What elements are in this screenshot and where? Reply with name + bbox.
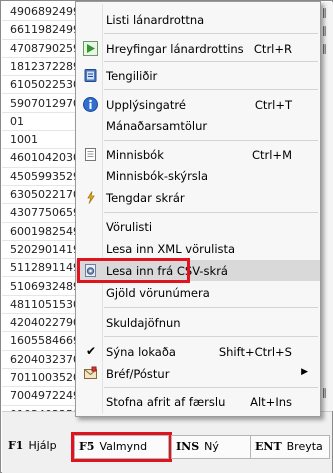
menu-item-label: Sýna lokaða [106, 345, 176, 359]
checkmark-icon: ✔ [86, 344, 97, 358]
menu-item-label: Tengiliðir [106, 69, 158, 83]
menu-item-import-csv[interactable]: Lesa inn frá CSV-skrá [76, 260, 320, 281]
creditor-id-cell: 6204032370 [10, 352, 80, 366]
creditor-id-cell: 1812372289 [10, 59, 80, 73]
creditor-id-cell: 6105022530 [10, 78, 80, 92]
linked-files-icon [83, 190, 98, 205]
creditor-id-cell: 1001 [10, 133, 38, 147]
menu-item-shortcut: Ctrl+R [253, 42, 292, 56]
menu-item-monthly-totals[interactable]: Mánaðarsamtölur [76, 115, 320, 136]
menu-item-notebook-report[interactable]: Minnisbók-skýrsla [76, 165, 320, 186]
f1-help-button[interactable]: F1 Hjálp [8, 435, 57, 457]
right-column-marker: ∥ [322, 44, 327, 55]
menu-item-shortcut: Alt+Ins [250, 395, 292, 409]
menu-item-linked-files[interactable]: Tengdar skrár [76, 187, 320, 208]
menu-item-creditor-list[interactable]: Listi lánardrottna [76, 9, 320, 30]
ins-key: INS [176, 440, 200, 453]
letter-icon [83, 366, 98, 381]
menu-item-label: Stofna afrit af færslu [106, 395, 226, 409]
menu-item-notebook[interactable]: Minnisbók Ctrl+M [76, 144, 320, 165]
contacts-book-icon [83, 68, 98, 83]
menu-item-label: Hreyfingar lánardrottins [106, 42, 244, 56]
menu-item-shortcut: Shift+Ctrl+S [218, 345, 292, 359]
menu-item-label: Minnisbók-skýrsla [106, 169, 209, 183]
menu-item-label: Vörulisti [106, 220, 153, 234]
menu-item-letter-mail[interactable]: Bréf/Póstur ▶ [76, 363, 320, 384]
menu-separator [104, 212, 318, 213]
creditor-id-cell: 5106932489 [10, 279, 80, 293]
creditor-id-cell: 1605584669 [10, 334, 80, 348]
menu-item-shortcut: Ctrl+M [251, 148, 292, 162]
creditor-id-cell: 5112891149 [10, 261, 80, 275]
right-column-marker: ∥ [322, 388, 327, 399]
creditor-id-cell: 6611982499 [10, 23, 80, 37]
f5-label: Valmynd [99, 440, 148, 453]
ent-label: Breyta [286, 440, 323, 453]
creditor-id-cell: 5907012970 [10, 96, 80, 110]
ins-label: Ný [204, 440, 219, 453]
menu-item-creditor-transactions[interactable]: Hreyfingar lánardrottins Ctrl+R [76, 38, 320, 59]
right-column-marker: ∥ [322, 8, 327, 19]
function-key-bar: F1 Hjálp F5 Valmynd INS Ný ENT Breyta [2, 411, 332, 473]
creditor-id-cell: 7004972249 [10, 389, 80, 403]
menu-separator [104, 89, 318, 90]
creditor-id-cell: 4601042030 [10, 151, 80, 165]
menu-item-copy-entry[interactable]: Stofna afrit af færslu Alt+Ins [76, 391, 320, 412]
creditor-id-cell: 6001982549 [10, 224, 80, 238]
ent-edit-button[interactable]: ENT Breyta [250, 435, 330, 459]
menu-item-label: Bréf/Póstur [106, 367, 170, 381]
menu-item-import-xml[interactable]: Lesa inn XML vörulista [76, 238, 320, 259]
menu-item-netting[interactable]: Skuldajöfnun [76, 312, 320, 333]
notebook-icon [83, 147, 98, 162]
menu-separator [104, 336, 318, 337]
creditor-id-cell: 01 [10, 114, 24, 128]
info-icon [83, 97, 98, 112]
creditor-id-cell: 6305022170 [10, 188, 80, 201]
menu-item-label: Minnisbók [106, 148, 164, 162]
menu-item-contacts[interactable]: Tengiliðir [76, 65, 320, 86]
menu-item-label: Lesa inn XML vörulista [106, 242, 236, 256]
ins-new-button[interactable]: INS Ný [171, 435, 251, 459]
menu-item-label: Upplýsingatré [106, 98, 186, 112]
creditor-id-cell: 4811051530 [10, 297, 80, 311]
menu-item-label: Tengdar skrár [106, 191, 185, 205]
creditor-id-cell: 4906892499 [10, 5, 80, 18]
creditor-id-cell: 4307750659 [10, 206, 80, 220]
menu-item-label: Skuldajöfnun [106, 316, 181, 330]
csv-import-icon [83, 263, 98, 278]
creditor-id-cell: 4708790259 [10, 41, 80, 55]
f1-label: Hjálp [28, 439, 57, 452]
f5-key: F5 [79, 440, 95, 453]
menu-item-label: Listi lánardrottna [106, 13, 205, 27]
f1-key: F1 [8, 439, 24, 452]
ent-key: ENT [255, 440, 282, 453]
menu-separator [104, 61, 318, 62]
menu-item-show-closed[interactable]: ✔ Sýna lokaða Shift+Ctrl+S [76, 341, 320, 362]
right-column-marker: ∥ [322, 26, 327, 37]
creditor-id-cell: 4204022790 [10, 316, 80, 330]
menu-item-info-tree[interactable]: Upplýsingatré Ctrl+T [76, 94, 320, 115]
menu-item-shortcut: Ctrl+T [254, 98, 292, 112]
f5-menu-button[interactable]: F5 Valmynd [71, 432, 172, 462]
app-window: 4906892499 6611982499 4708790259 1812372289… [0, 0, 333, 473]
creditor-id-cell: 7011003520 [10, 371, 80, 384]
menu-item-product-fees[interactable]: Gjöld vörunúmera [76, 282, 320, 303]
menu-item-product-list[interactable]: Vörulisti [76, 216, 320, 237]
context-menu: Listi lánardrottna Hreyfingar lánardrott… [75, 1, 321, 417]
creditor-id-cell: 5202901419 [10, 242, 80, 256]
menu-item-label: Mánaðarsamtölur [106, 119, 208, 133]
creditor-id-cell: 4505993529 [10, 169, 80, 183]
submenu-arrow-icon: ▶ [301, 367, 308, 377]
menu-item-label: Gjöld vörunúmera [106, 286, 210, 300]
menu-separator [104, 140, 318, 141]
menu-separator [104, 33, 318, 34]
menu-separator [104, 387, 318, 388]
play-arrow-icon [83, 41, 98, 56]
menu-separator [104, 307, 318, 308]
menu-item-label: Lesa inn frá CSV-skrá [106, 264, 228, 278]
